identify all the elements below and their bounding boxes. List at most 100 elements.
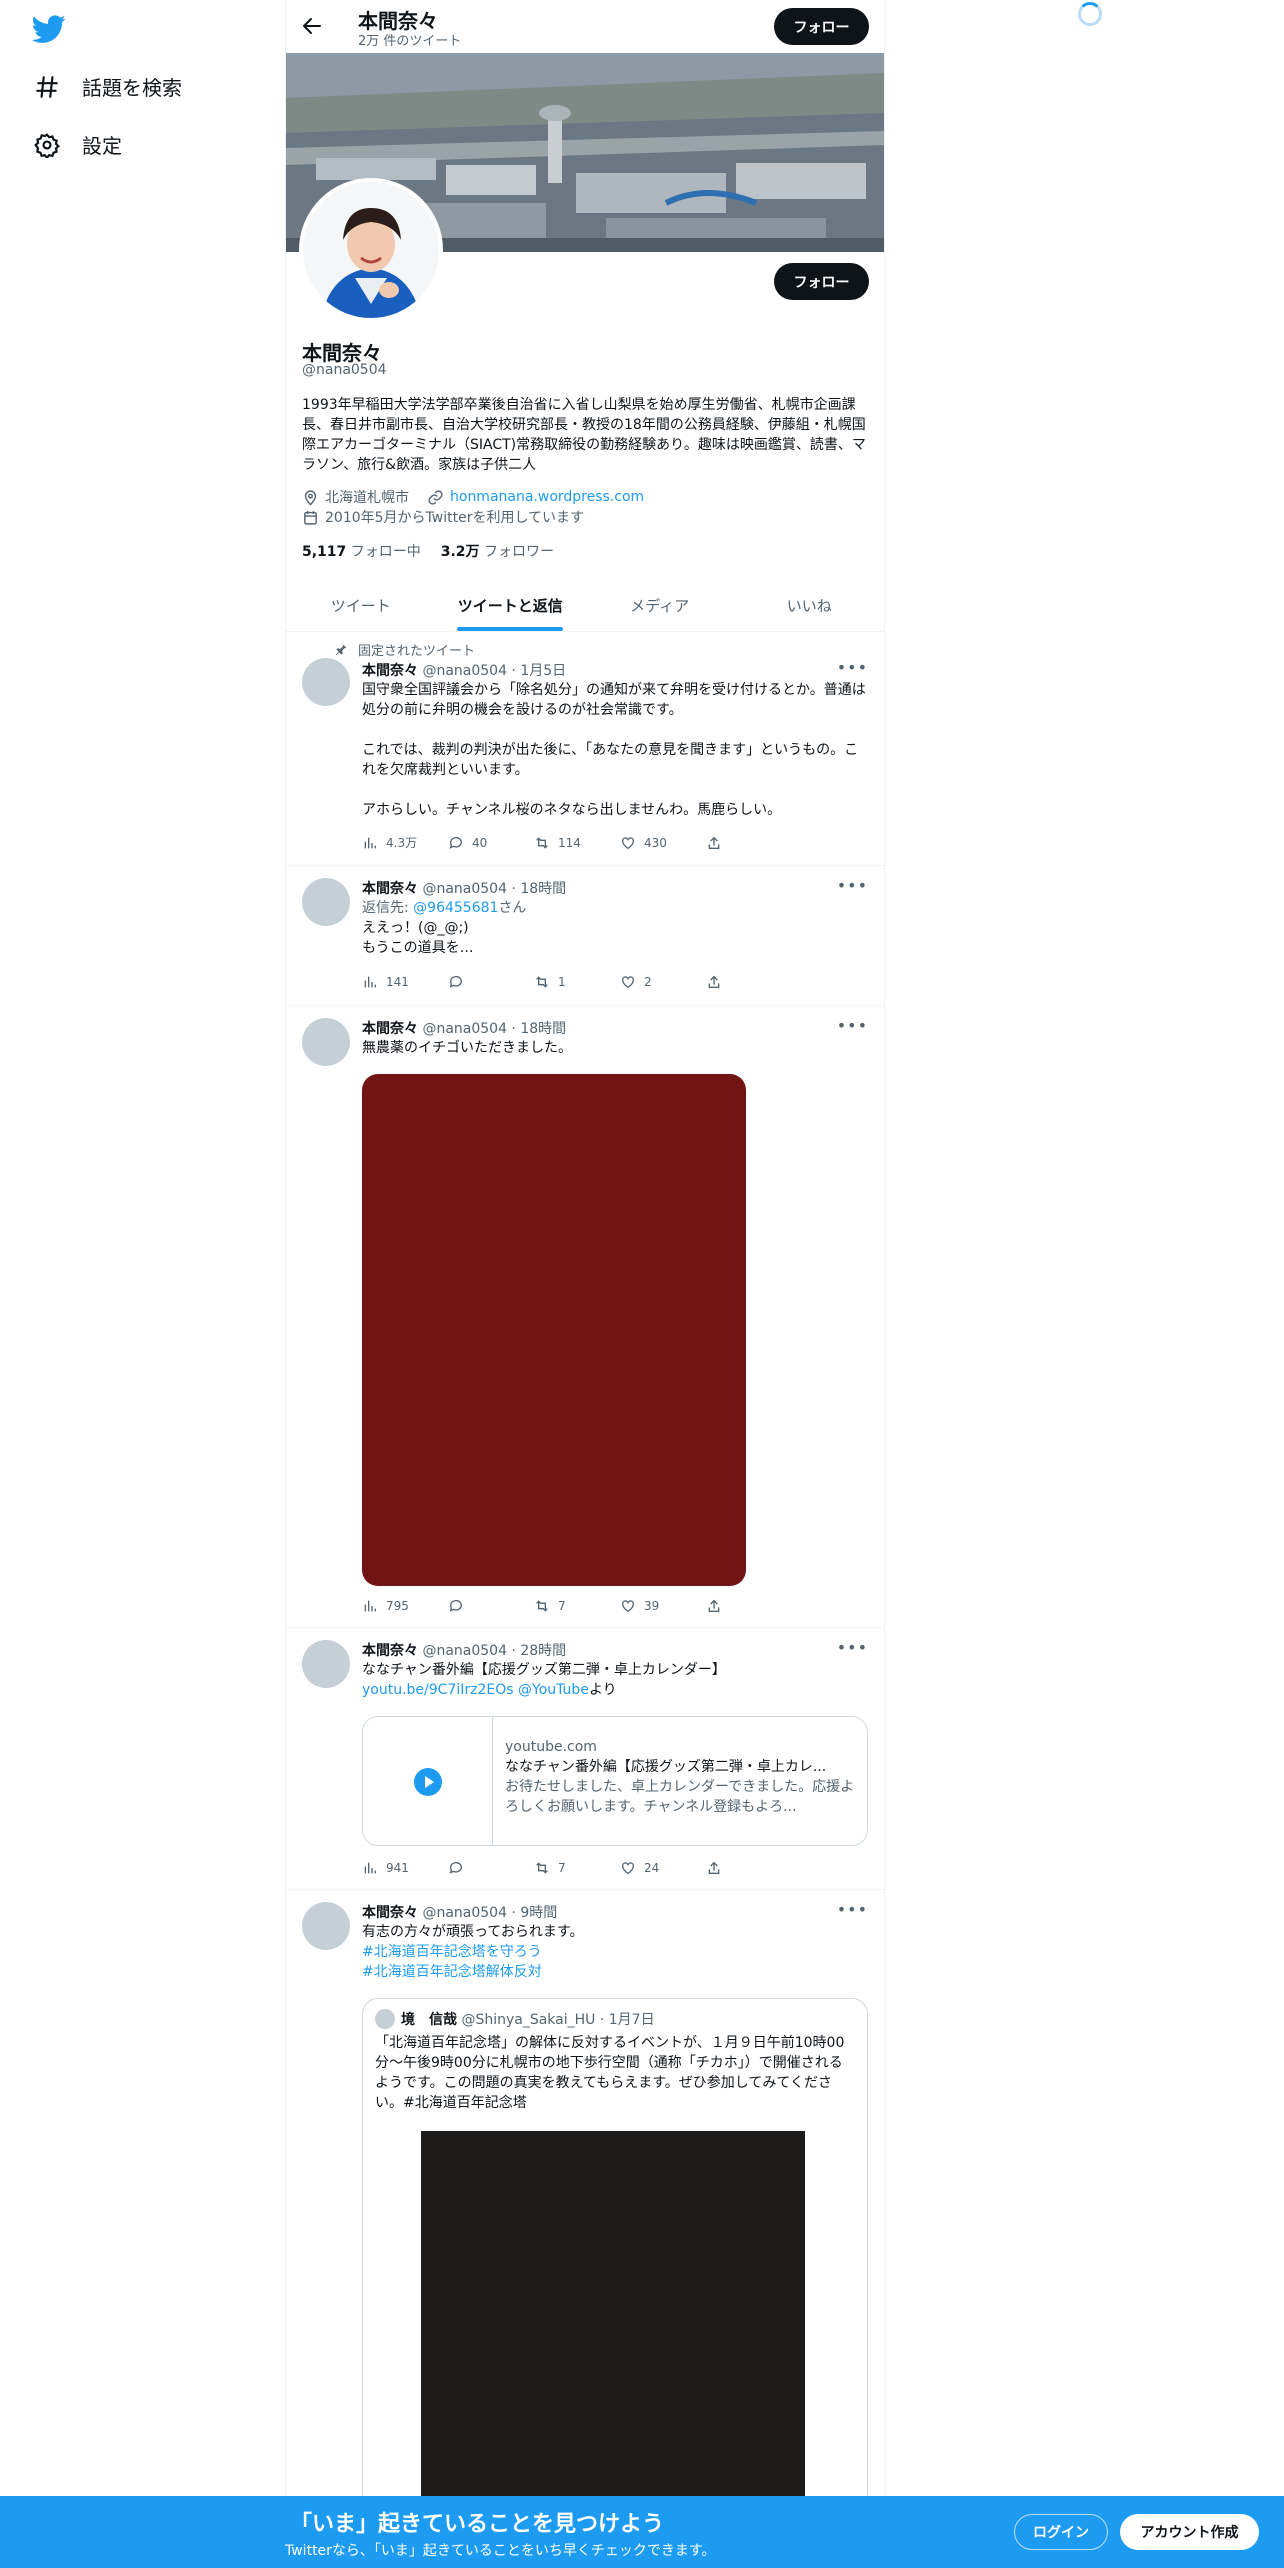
nav-explore[interactable]: 話題を検索 xyxy=(34,72,182,101)
hashtag-icon xyxy=(36,75,58,98)
tweet-with-photo[interactable]: 本間奈々 @nana0504 · 18時間 ••• 無農薬のイチゴいただきました… xyxy=(286,1006,884,1628)
reply-to-line: 返信先: @96455681さん xyxy=(362,900,527,916)
views-stat[interactable]: 141 xyxy=(362,974,448,990)
reply-button[interactable] xyxy=(448,974,534,990)
back-arrow-icon[interactable] xyxy=(300,14,324,38)
like-button[interactable]: 430 xyxy=(620,834,706,851)
retweet-button[interactable]: 7 xyxy=(534,1860,620,1876)
share-button[interactable] xyxy=(706,834,792,851)
card-thumbnail xyxy=(363,1717,493,1845)
hashtag-link[interactable]: #北海道百年記念塔を守ろう xyxy=(362,1942,872,1962)
calendar-icon xyxy=(304,510,317,525)
tweet-avatar[interactable] xyxy=(302,1640,350,1688)
loading-spinner-icon xyxy=(1078,2,1102,26)
tab-tweets-and-replies[interactable]: ツイートと返信 xyxy=(436,580,586,631)
profile-meta-row: 北海道札幌市 honmanana.wordpress.com xyxy=(302,487,644,507)
tweet-actions: 941 7 24 xyxy=(362,1860,792,1876)
share-icon xyxy=(708,975,720,988)
signup-banner-title: 「いま」起きていることを見つけよう xyxy=(290,2512,665,2537)
profile-bio: 1993年早稲田大学法学部卒業後自治省に入省し山梨県を始め厚生労働省、札幌市企画… xyxy=(302,397,866,473)
profile-joined: 2010年5月からTwitterを利用しています xyxy=(325,510,585,526)
tweet-actions: 141 1 2 xyxy=(362,974,792,990)
share-button[interactable] xyxy=(706,974,792,990)
reply-button[interactable] xyxy=(448,1598,534,1614)
views-stat[interactable]: 795 xyxy=(362,1598,448,1614)
tweet-avatar[interactable] xyxy=(302,1902,350,1950)
like-button[interactable]: 2 xyxy=(620,974,706,990)
signup-button[interactable]: アカウント作成 xyxy=(1120,2514,1259,2550)
signup-banner: 「いま」起きていることを見つけよう Twitterなら、「いま」起きていることを… xyxy=(0,2496,1284,2568)
profile-header-bar: 本間奈々 2万 件のツイート フォロー xyxy=(286,0,884,53)
following-link[interactable]: 5,117 フォロー中 xyxy=(302,541,421,561)
like-button[interactable]: 39 xyxy=(620,1598,706,1614)
quoted-header: 境 信哉 @Shinya_Sakai_HU · 1月7日 xyxy=(401,2012,655,2028)
views-stat[interactable]: 4.3万 xyxy=(362,834,448,851)
card-body: youtube.com ななチャン番外編【応援グッズ第二弾・卓上カレ... お待… xyxy=(505,1737,855,1817)
gear-icon xyxy=(34,132,60,158)
more-icon[interactable]: ••• xyxy=(837,658,868,677)
pinned-indicator: 固定されたツイート xyxy=(334,640,475,659)
tweet-photo-strawberry[interactable] xyxy=(362,1074,746,1586)
tab-likes[interactable]: いいね xyxy=(735,580,885,631)
share-button[interactable] xyxy=(706,1598,792,1614)
views-icon xyxy=(364,1862,376,1874)
link-icon xyxy=(428,489,443,505)
share-button[interactable] xyxy=(706,1860,792,1876)
hashtag-link[interactable]: #北海道百年記念塔解体反対 xyxy=(362,1962,872,1982)
retweet-button[interactable]: 114 xyxy=(534,834,620,851)
tweet-with-link-card[interactable]: 本間奈々 @nana0504 · 28時間 ••• ななチャン番外編【応援グッズ… xyxy=(286,1628,884,1890)
card-domain: youtube.com xyxy=(505,1739,597,1755)
profile-column: 本間奈々 2万 件のツイート フォロー フォロー 本間奈々 @nana0504 … xyxy=(285,0,885,2568)
youtube-short-link[interactable]: youtu.be/9C7iIrz2EOs xyxy=(362,1682,514,1698)
profile-location: 北海道札幌市 xyxy=(325,490,409,506)
heart-icon xyxy=(622,976,634,989)
share-icon xyxy=(708,1599,720,1612)
tweet-reply[interactable]: 本間奈々 @nana0504 · 18時間 ••• 返信先: @96455681… xyxy=(286,866,884,1006)
profile-tabs: ツイート ツイートと返信 メディア いいね xyxy=(286,580,884,632)
profile-avatar[interactable] xyxy=(299,178,443,322)
followers-link[interactable]: 3.2万 フォロワー xyxy=(441,541,554,561)
tweet-with-quote[interactable]: 本間奈々 @nana0504 · 9時間 ••• 有志の方々が頑張っておられます… xyxy=(286,1890,884,2568)
signup-banner-subtitle: Twitterなら、「いま」起きていることをいち早くチェックできます。 xyxy=(285,2543,716,2559)
views-stat[interactable]: 941 xyxy=(362,1860,448,1876)
retweet-button[interactable]: 7 xyxy=(534,1598,620,1614)
login-button[interactable]: ログイン xyxy=(1014,2514,1108,2550)
reply-to-mention[interactable]: @96455681 xyxy=(413,900,498,916)
reply-button[interactable]: 40 xyxy=(448,834,534,851)
tab-media[interactable]: メディア xyxy=(585,580,735,631)
quoted-media[interactable] xyxy=(421,2131,805,2557)
tweet-header: 本間奈々 @nana0504 · 18時間 xyxy=(362,1021,567,1037)
profile-photo xyxy=(303,182,439,318)
more-icon[interactable]: ••• xyxy=(837,1900,868,1919)
quoted-tweet[interactable]: 境 信哉 @Shinya_Sakai_HU · 1月7日 「北海道百年記念塔」の… xyxy=(362,1998,868,2558)
tweet-avatar[interactable] xyxy=(302,1018,350,1066)
like-button[interactable]: 24 xyxy=(620,1860,706,1876)
tweet-text: 無農薬のイチゴいただきました。 xyxy=(362,1040,572,1056)
more-icon[interactable]: ••• xyxy=(837,1016,868,1035)
nav-settings[interactable]: 設定 xyxy=(34,130,122,159)
active-tab-indicator xyxy=(457,627,564,631)
profile-follow-button[interactable]: フォロー xyxy=(774,263,869,300)
profile-joined-row: 2010年5月からTwitterを利用しています xyxy=(302,507,584,527)
share-icon xyxy=(708,836,720,849)
youtube-mention[interactable]: @YouTube xyxy=(518,1682,589,1698)
tweet-text: ななチャン番外編【応援グッズ第二弾・卓上カレンダー】 xyxy=(362,1662,726,1678)
retweet-icon xyxy=(536,1600,548,1612)
tweet-avatar[interactable] xyxy=(302,658,350,706)
tab-tweets[interactable]: ツイート xyxy=(286,580,436,631)
reply-icon xyxy=(449,976,462,988)
tweet-pinned[interactable]: 固定されたツイート 本間奈々 @nana0504 · 1月5日 ••• 国守衆全… xyxy=(286,632,884,866)
retweet-button[interactable]: 1 xyxy=(534,974,620,990)
reply-button[interactable] xyxy=(448,1860,534,1876)
header-follow-button[interactable]: フォロー xyxy=(774,8,869,45)
profile-website-link[interactable]: honmanana.wordpress.com xyxy=(450,489,644,505)
twitter-logo-icon[interactable] xyxy=(32,12,66,46)
more-icon[interactable]: ••• xyxy=(837,876,868,895)
tweet-text: 有志の方々が頑張っておられます。 xyxy=(362,1924,584,1940)
tweet-actions: 795 7 39 xyxy=(362,1598,792,1614)
profile-handle: @nana0504 xyxy=(302,362,387,378)
link-preview-card[interactable]: youtube.com ななチャン番外編【応援グッズ第二弾・卓上カレ... お待… xyxy=(362,1716,868,1846)
more-icon[interactable]: ••• xyxy=(837,1638,868,1657)
tweet-avatar[interactable] xyxy=(302,878,350,926)
tweet-actions: 4.3万 40 114 430 xyxy=(362,834,792,851)
